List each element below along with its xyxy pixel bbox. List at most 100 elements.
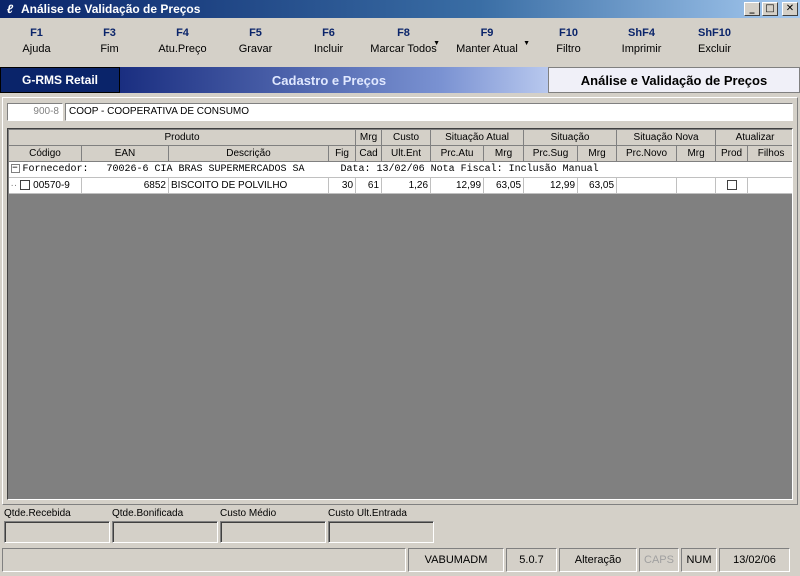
cell-prc-novo[interactable]: [616, 177, 678, 194]
col-prc-novo[interactable]: Prc.Novo: [616, 145, 678, 162]
fkey-label: Gravar: [238, 43, 273, 55]
row-select-checkbox[interactable]: [20, 180, 31, 191]
col-ean[interactable]: EAN: [81, 145, 169, 162]
mark-all-button[interactable]: F8 Marcar Todos ▼: [365, 20, 442, 66]
custo-medio-field: Custo Médio: [220, 507, 326, 543]
fkey-label: Atu.Preço: [158, 43, 207, 55]
col-fig[interactable]: Fig: [327, 145, 357, 162]
fkey-label: Incluir: [313, 43, 344, 55]
col-cad[interactable]: Cad: [355, 145, 383, 162]
main-panel: 900-8 COOP - COOPERATIVA DE CONSUMO Prod…: [2, 97, 798, 505]
cell-descricao: BISCOITO DE POLVILHO: [168, 177, 329, 194]
collapse-icon[interactable]: −: [10, 163, 20, 173]
column-header-row: Código EAN Descrição Fig Cad Ult.Ent Prc…: [8, 145, 792, 162]
field-label: Custo Médio: [220, 508, 277, 519]
fkey-label: Ajuda: [22, 43, 51, 55]
company-name-field: COOP - COOPERATIVA DE CONSUMO: [65, 103, 793, 121]
cell-prod: [715, 177, 749, 194]
fkey-label: Manter Atual: [456, 43, 518, 55]
supplier-group-text: Fornecedor: 70026-6 CIA BRAS SUPERMERCAD…: [22, 164, 599, 176]
fkey-code: F3: [103, 27, 116, 39]
header-situacao-nova: Situação Nova: [616, 129, 717, 146]
cell-prc-atu: 12,99: [430, 177, 485, 194]
header-mrg: Mrg: [355, 129, 383, 146]
col-prod[interactable]: Prod: [715, 145, 749, 162]
col-prc-atu[interactable]: Prc.Atu: [430, 145, 485, 162]
header-atualizar: Atualizar: [715, 129, 792, 146]
grid-table: Produto Mrg Custo Situação Atual Situaçã…: [8, 129, 792, 194]
brand-label: G-RMS Retail: [0, 67, 120, 93]
maximize-button[interactable]: □: [762, 2, 778, 16]
print-button[interactable]: ShF4 Imprimir: [605, 20, 678, 66]
cell-cad: 61: [355, 177, 383, 194]
status-mode: Alteração: [559, 548, 637, 572]
delete-button[interactable]: ShF10 Excluir: [678, 20, 751, 66]
update-price-button[interactable]: F4 Atu.Preço: [146, 20, 219, 66]
insert-button[interactable]: F6 Incluir: [292, 20, 365, 66]
cell-mrg-novo: [676, 177, 717, 194]
col-mrg-novo[interactable]: Mrg: [676, 145, 717, 162]
fkey-code: F5: [249, 27, 262, 39]
cell-ean: 6852: [81, 177, 169, 194]
cell-codigo: ·· 00570-9: [8, 177, 82, 194]
status-date: 13/02/06: [719, 548, 790, 572]
qtde-bonificada-field: Qtde.Bonificada: [112, 507, 218, 543]
window-controls: _ □ ✕: [744, 2, 798, 16]
status-bar: VABUMADM 5.0.7 Alteração CAPS NUM 13/02/…: [0, 548, 800, 574]
price-validation-grid[interactable]: Produto Mrg Custo Situação Atual Situaçã…: [7, 128, 793, 500]
summary-fields: Qtde.Recebida Qtde.Bonificada Custo Médi…: [4, 507, 434, 543]
status-num: NUM: [681, 548, 717, 572]
custo-medio-value: [220, 521, 326, 543]
field-label: Custo Ult.Entrada: [328, 508, 407, 519]
status-caps: CAPS: [639, 548, 679, 572]
fkey-label: Excluir: [697, 43, 731, 55]
help-button[interactable]: F1 Ajuda: [0, 20, 73, 66]
header-situacao: Situação: [523, 129, 618, 146]
cell-mrg-sug: 63,05: [577, 177, 618, 194]
cell-fig: 30: [328, 177, 357, 194]
end-button[interactable]: F3 Fim: [73, 20, 146, 66]
fkey-code: F1: [30, 27, 43, 39]
col-prc-sug[interactable]: Prc.Sug: [523, 145, 579, 162]
dropdown-arrow-icon[interactable]: ▼: [523, 40, 530, 47]
col-mrg-atu[interactable]: Mrg: [483, 145, 525, 162]
field-label: Qtde.Recebida: [4, 508, 71, 519]
fkey-code: ShF4: [628, 27, 655, 39]
company-selector: 900-8 COOP - COOPERATIVA DE CONSUMO: [7, 103, 793, 121]
status-user: VABUMADM: [408, 548, 504, 572]
company-code-field[interactable]: 900-8: [7, 103, 63, 121]
close-button[interactable]: ✕: [782, 2, 798, 16]
fkey-label: Marcar Todos: [370, 43, 437, 55]
fkey-code: F6: [322, 27, 335, 39]
cell-ult-ent: 1,26: [381, 177, 432, 194]
fkey-label: Fim: [100, 43, 119, 55]
minimize-button[interactable]: _: [744, 2, 760, 16]
window-title: Análise de Validação de Preços: [21, 2, 201, 16]
col-codigo[interactable]: Código: [8, 145, 82, 162]
fkey-code: ShF10: [697, 27, 731, 39]
title-bar: ℓ Análise de Validação de Preços _ □ ✕: [0, 0, 800, 18]
save-button[interactable]: F5 Gravar: [219, 20, 292, 66]
table-row[interactable]: ·· 00570-9 6852 BISCOITO DE POLVILHO 30 6…: [8, 177, 792, 194]
status-version: 5.0.7: [506, 548, 557, 572]
qtde-bonificada-value: [112, 521, 218, 543]
fkey-code: F10: [559, 27, 578, 39]
dropdown-arrow-icon[interactable]: ▼: [433, 40, 440, 47]
update-product-checkbox[interactable]: [726, 180, 737, 191]
col-filhos[interactable]: Filhos: [747, 145, 792, 162]
function-key-toolbar: F1 Ajuda F3 Fim F4 Atu.Preço F5 Gravar F6 Inc…: [0, 20, 800, 66]
col-mrg-sug[interactable]: Mrg: [577, 145, 618, 162]
cell-mrg-atu: 63,05: [483, 177, 525, 194]
supplier-group-row[interactable]: − Fornecedor: 70026-6 CIA BRAS SUPERMERCA…: [8, 161, 792, 178]
filter-button[interactable]: F10 Filtro: [532, 20, 605, 66]
fkey-code: F4: [176, 27, 189, 39]
codigo-value: 00570-9: [33, 180, 70, 191]
keep-current-button[interactable]: F9 Manter Atual ▼: [442, 20, 532, 66]
cell-prc-sug: 12,99: [523, 177, 579, 194]
col-ult-ent[interactable]: Ult.Ent: [381, 145, 432, 162]
header-situacao-atual: Situação Atual: [430, 129, 525, 146]
col-descricao[interactable]: Descrição: [168, 145, 329, 162]
status-message: [2, 548, 406, 572]
app-icon: ℓ: [6, 2, 14, 16]
cell-filhos: [747, 177, 792, 194]
